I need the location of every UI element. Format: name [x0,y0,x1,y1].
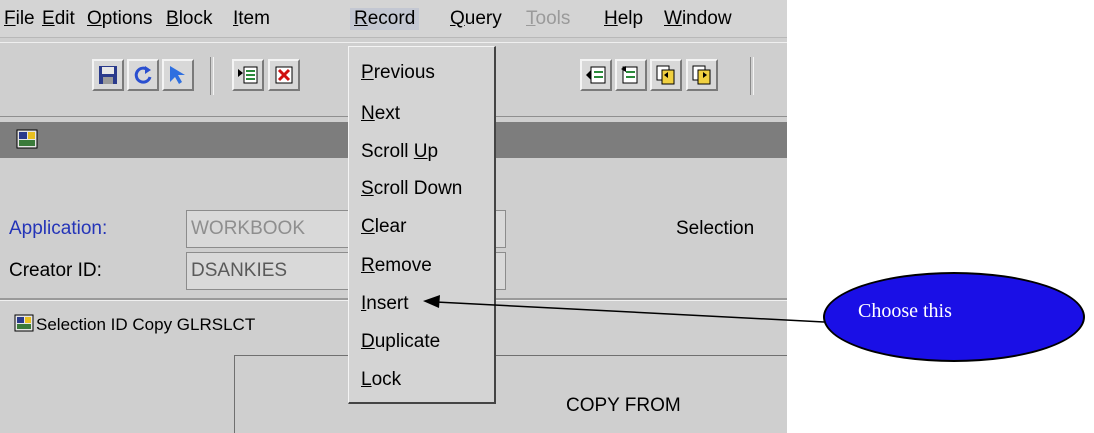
annotation-text: Choose this [858,300,952,322]
annotation-arrow [423,295,825,323]
